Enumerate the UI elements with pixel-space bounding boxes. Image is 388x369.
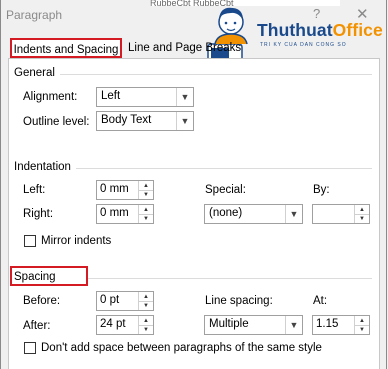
special-value: (none) — [209, 207, 243, 219]
general-divider — [60, 74, 372, 75]
tab-indents-and-spacing[interactable]: Indents and Spacing — [10, 38, 122, 58]
chevron-down-icon[interactable]: ▼ — [176, 112, 193, 130]
spacing-before-spinner[interactable]: 0 pt ▲ ▼ — [96, 291, 154, 311]
line-spacing-combo[interactable]: Multiple ▼ — [204, 315, 303, 335]
line-spacing-label: Line spacing: — [205, 295, 273, 307]
dont-add-space-checkbox[interactable] — [24, 342, 36, 354]
spin-down-icon[interactable]: ▼ — [355, 214, 369, 223]
at-label: At: — [313, 295, 328, 307]
indent-left-value: 0 mm — [100, 183, 129, 195]
alignment-combo[interactable]: Left ▼ — [96, 87, 194, 107]
tab-line-and-page-breaks[interactable]: Line and Page Breaks — [128, 38, 241, 58]
indentation-group-label: Indentation — [14, 161, 71, 173]
spin-down-icon[interactable]: ▼ — [139, 301, 153, 310]
alignment-value: Left — [101, 90, 121, 102]
spacing-after-label: After: — [23, 320, 51, 332]
by-label: By: — [313, 184, 330, 196]
mirror-indents-label: Mirror indents — [41, 235, 112, 247]
spacing-after-value: 24 pt — [100, 318, 126, 330]
special-label: Special: — [205, 184, 246, 196]
spacing-after-spinner[interactable]: 24 pt ▲ ▼ — [96, 315, 154, 335]
spin-down-icon[interactable]: ▼ — [139, 325, 153, 334]
general-group-label: General — [14, 67, 55, 79]
logo-tagline: TRI KY CUA DAN CONG SO — [260, 42, 347, 48]
chevron-down-icon[interactable]: ▼ — [176, 88, 193, 106]
spin-down-icon[interactable]: ▼ — [139, 190, 153, 199]
special-combo[interactable]: (none) ▼ — [204, 204, 303, 224]
indent-right-value: 0 mm — [100, 207, 129, 219]
indentation-divider — [76, 168, 372, 169]
spacing-before-label: Before: — [23, 295, 61, 307]
spin-down-icon[interactable]: ▼ — [139, 214, 153, 223]
alignment-label: Alignment: — [23, 91, 78, 103]
chevron-down-icon[interactable]: ▼ — [285, 316, 302, 334]
spacing-before-value: 0 pt — [100, 294, 120, 306]
spacing-divider — [88, 278, 372, 279]
chevron-down-icon[interactable]: ▼ — [285, 205, 302, 223]
outline-level-label: Outline level: — [23, 116, 90, 128]
spacing-group-label: Spacing — [14, 271, 56, 283]
by-spinner[interactable]: ▲ ▼ — [312, 204, 370, 224]
line-spacing-value: Multiple — [209, 318, 249, 330]
spin-down-icon[interactable]: ▼ — [355, 325, 369, 334]
indent-left-spinner[interactable]: 0 mm ▲ ▼ — [96, 180, 154, 200]
at-value: 1.15 — [316, 318, 339, 330]
indent-right-spinner[interactable]: 0 mm ▲ ▼ — [96, 204, 154, 224]
dialog-title: Paragraph — [6, 8, 63, 22]
outline-level-value: Body Text — [101, 114, 152, 126]
at-spinner[interactable]: 1.15 ▲ ▼ — [312, 315, 370, 335]
dont-add-space-label: Don't add space between paragraphs of th… — [41, 342, 322, 354]
indent-left-label: Left: — [23, 184, 46, 196]
indent-right-label: Right: — [23, 208, 54, 220]
mirror-indents-checkbox[interactable] — [24, 235, 36, 247]
outline-level-combo[interactable]: Body Text ▼ — [96, 111, 194, 131]
logo-brand: ThuthuatOffice — [257, 20, 383, 40]
